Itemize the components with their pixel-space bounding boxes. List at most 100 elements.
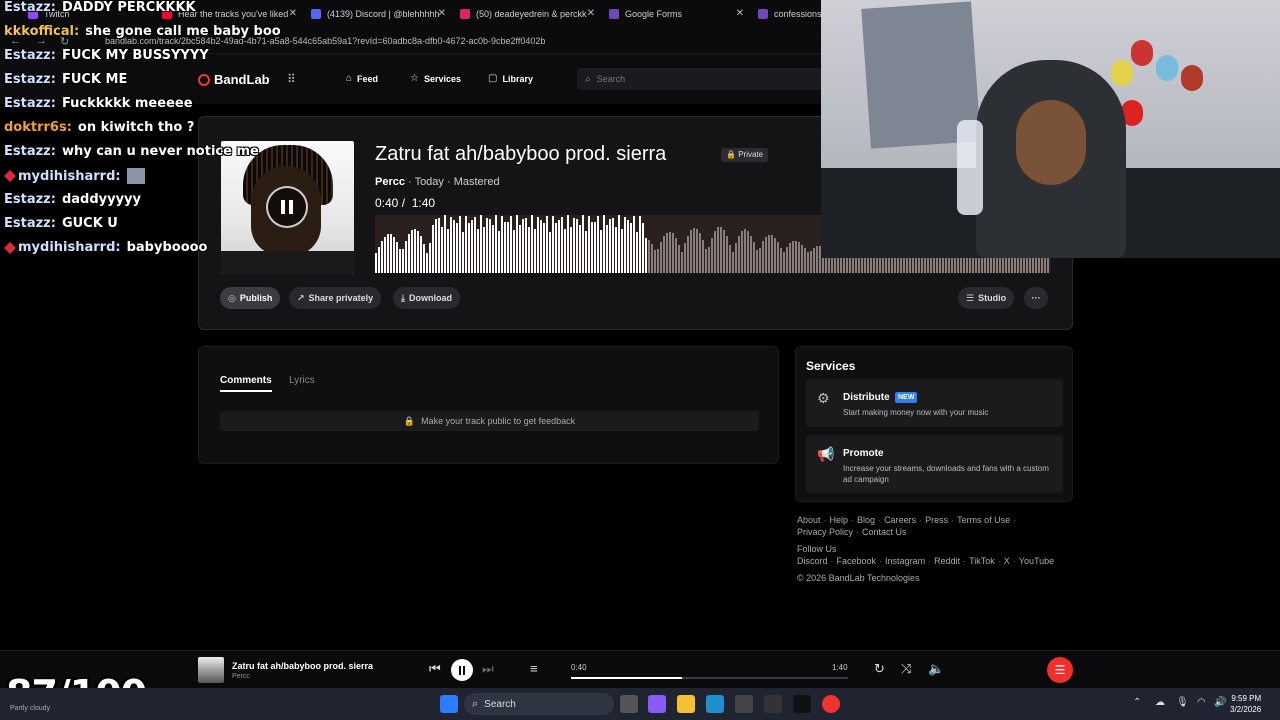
waveform-bar xyxy=(543,223,545,273)
repeat-icon[interactable]: ↻ xyxy=(874,661,885,677)
player-thumbnail[interactable] xyxy=(198,657,224,683)
waveform-bar xyxy=(705,249,707,273)
library-icon: ▢ xyxy=(488,73,498,84)
chrome-icon[interactable] xyxy=(822,695,840,713)
start-icon[interactable] xyxy=(440,695,458,713)
menu-icon[interactable]: ☰ xyxy=(1047,657,1073,683)
studio-button[interactable]: ☰ Studio xyxy=(958,287,1015,309)
shuffle-icon[interactable]: ⤨ xyxy=(901,661,911,677)
waveform-bar xyxy=(522,219,524,273)
waveform-bar xyxy=(405,241,407,273)
footer-link[interactable]: Terms of Use xyxy=(957,515,1010,525)
waveform-bar xyxy=(531,215,533,273)
apps-grid-icon[interactable]: ⠿ xyxy=(287,73,299,85)
settings-icon[interactable] xyxy=(764,695,782,713)
chat-username: Estazz: xyxy=(4,216,56,231)
footer-link[interactable]: YouTube xyxy=(1019,556,1054,566)
waveform-bar xyxy=(489,219,491,273)
tab-lyrics[interactable]: Lyrics xyxy=(289,375,315,386)
waveform-bar xyxy=(624,217,626,273)
footer-link[interactable]: Blog xyxy=(857,515,875,525)
waveform-bar xyxy=(555,223,557,273)
chat-text: babyboooo xyxy=(126,240,208,255)
tab-comments[interactable]: Comments xyxy=(220,375,272,392)
footer-link[interactable]: Instagram xyxy=(885,556,925,566)
copilot-icon[interactable] xyxy=(648,695,666,713)
system-clock[interactable]: 9:59 PM 3/2/2026 xyxy=(1230,693,1261,715)
forms-icon xyxy=(609,9,619,19)
bandlab-logo[interactable]: BandLab xyxy=(198,72,270,87)
waveform-bar xyxy=(756,250,758,273)
waveform-bar xyxy=(576,219,578,273)
footer-link[interactable]: Contact Us xyxy=(862,527,907,537)
app-icon[interactable] xyxy=(793,695,811,713)
volume-icon[interactable]: 🔈 xyxy=(928,661,944,677)
promote-card[interactable]: 📢 Promote Increase your streams, downloa… xyxy=(806,435,1063,493)
pencil-badge-icon xyxy=(4,170,16,182)
pause-button[interactable] xyxy=(266,186,308,228)
waveform-bar xyxy=(462,232,464,273)
artist-link[interactable]: Percc xyxy=(375,176,405,188)
next-icon[interactable]: ⏭ xyxy=(482,661,494,677)
waveform-bar xyxy=(747,231,749,273)
edge-icon[interactable] xyxy=(706,695,724,713)
share-privately-button[interactable]: ↗ Share privately xyxy=(289,287,382,309)
distribute-card[interactable]: ⚙ Distribute NEW Start making money now … xyxy=(806,379,1063,427)
file-explorer-icon[interactable] xyxy=(677,695,695,713)
chat-message: mydihisharrd: xyxy=(4,168,145,184)
footer-link[interactable]: Careers xyxy=(884,515,916,525)
footer-link[interactable]: Reddit xyxy=(934,556,960,566)
more-options-icon[interactable]: ··· xyxy=(1024,287,1048,309)
previous-icon[interactable]: ⏮ xyxy=(429,661,441,677)
network-app-icon[interactable]: ☁ xyxy=(1155,697,1165,708)
waveform-bar xyxy=(444,215,446,273)
nav-services[interactable]: ☆ Services xyxy=(410,73,461,84)
waveform-bar xyxy=(450,217,452,273)
waveform-bar xyxy=(384,237,386,273)
store-icon[interactable] xyxy=(735,695,753,713)
waveform-bar xyxy=(516,215,518,273)
close-tab-icon[interactable]: ✕ xyxy=(289,8,297,19)
footer-link[interactable]: Facebook xyxy=(837,556,877,566)
search-input[interactable]: ⌕ Search xyxy=(577,68,827,90)
footer-link[interactable]: About xyxy=(797,515,821,525)
waveform-bar xyxy=(696,229,698,273)
footer-link[interactable]: Discord xyxy=(797,556,828,566)
waveform-bar xyxy=(504,222,506,273)
player-title[interactable]: Zatru fat ah/babyboo prod. sierra xyxy=(232,661,373,671)
waveform-bar xyxy=(585,231,587,273)
close-tab-icon[interactable]: ✕ xyxy=(438,8,446,19)
download-button[interactable]: ⤓ Download xyxy=(393,287,460,309)
nav-library[interactable]: ▢ Library xyxy=(488,73,533,84)
waveform-bar xyxy=(519,225,521,273)
footer-link[interactable]: Help xyxy=(830,515,849,525)
player-progress-bar[interactable] xyxy=(571,677,848,679)
player-pause-button[interactable] xyxy=(451,659,473,681)
waveform-bar xyxy=(651,244,653,273)
browser-tab[interactable]: Google Forms ✕ xyxy=(603,4,748,24)
close-tab-icon[interactable]: ✕ xyxy=(587,8,595,19)
footer-link[interactable]: X xyxy=(1004,556,1010,566)
browser-tab[interactable]: confessions - G xyxy=(752,4,822,24)
waveform-bar xyxy=(402,249,404,273)
publish-button[interactable]: ◎ Publish xyxy=(220,287,281,309)
waveform-bar xyxy=(426,253,428,273)
waveform-bar xyxy=(777,242,779,273)
footer-link[interactable]: Press xyxy=(925,515,948,525)
task-view-icon[interactable] xyxy=(620,695,638,713)
footer-link[interactable]: Privacy Policy xyxy=(797,527,853,537)
taskbar-search[interactable]: ⌕ Search xyxy=(464,693,614,715)
close-tab-icon[interactable]: ✕ xyxy=(736,8,744,19)
player-artist[interactable]: Percc xyxy=(232,673,250,680)
footer-link[interactable]: TikTok xyxy=(969,556,995,566)
nav-feed[interactable]: ⌂ Feed xyxy=(346,73,378,84)
microphone-icon[interactable]: 🎙 xyxy=(1176,697,1189,708)
queue-icon[interactable]: ≡ xyxy=(530,661,538,676)
wifi-icon[interactable]: ◠ xyxy=(1197,697,1206,708)
browser-tab[interactable]: (50) deadeyedrein & perckk ✕ xyxy=(454,4,599,24)
browser-tab[interactable]: (4139) Discord | @blehhhhh ✕ xyxy=(305,4,450,24)
speaker-icon[interactable]: 🔊 xyxy=(1214,697,1226,708)
waveform-bar xyxy=(780,248,782,273)
tray-chevron-icon[interactable]: ⌃ xyxy=(1133,697,1141,708)
waveform-bar xyxy=(708,247,710,273)
